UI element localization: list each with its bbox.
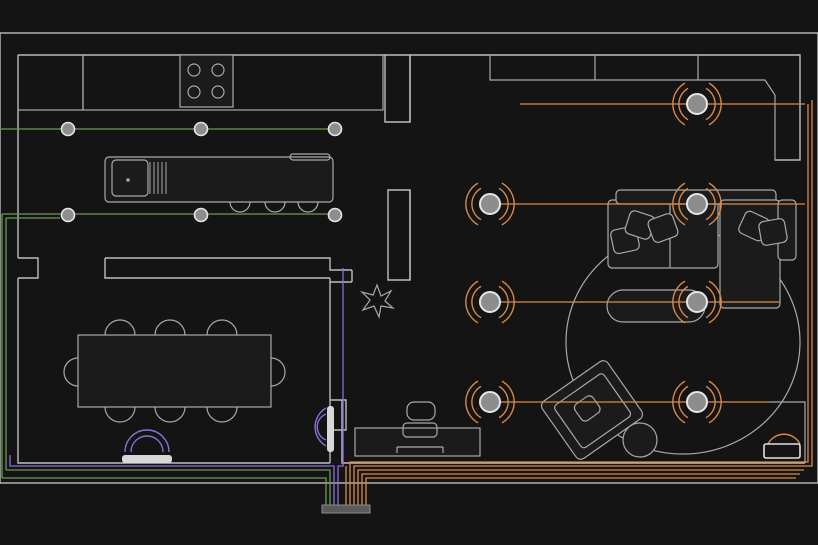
island-counter (104, 156, 334, 203)
cooktop-icon (179, 54, 234, 108)
ceiling-light-icon (60, 121, 76, 137)
distribution-panel-icon (321, 504, 371, 514)
floor-plan (0, 0, 818, 545)
side-table (622, 422, 658, 458)
dining-table (77, 334, 272, 408)
desk (354, 427, 481, 457)
ceiling-light-icon (193, 121, 209, 137)
dining-set (63, 319, 286, 423)
ceiling-light-icon (193, 207, 209, 223)
ceiling-light-icon (327, 121, 343, 137)
ceiling-light-icon (60, 207, 76, 223)
ceiling-light-icon (327, 207, 343, 223)
